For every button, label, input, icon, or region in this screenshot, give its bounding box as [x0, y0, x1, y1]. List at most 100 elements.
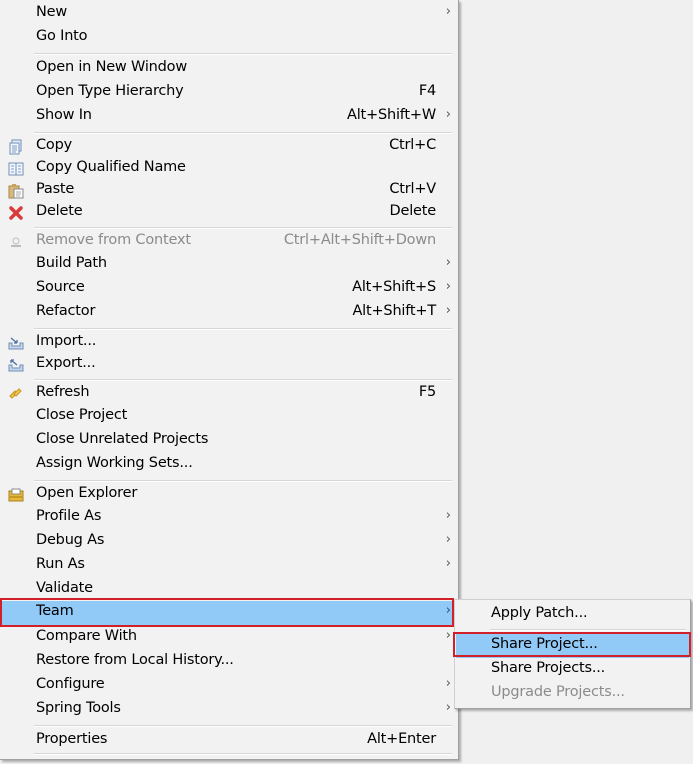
- menu-separator: [34, 328, 452, 330]
- copy-qualified-name-icon: [8, 161, 24, 177]
- menu-item-close-unrelated-projects[interactable]: Close Unrelated Projects: [2, 429, 454, 453]
- menu-item-label: Restore from Local History...: [36, 652, 234, 668]
- submenu-item-label: Upgrade Projects...: [491, 684, 625, 700]
- menu-item-label: Open Type Hierarchy: [36, 83, 184, 99]
- menu-item-properties[interactable]: Properties Alt+Enter: [2, 729, 454, 753]
- chevron-right-icon: ›: [445, 532, 451, 547]
- menu-item-label: Go Into: [36, 28, 88, 44]
- menu-item-copy-qualified-name[interactable]: Copy Qualified Name: [2, 157, 454, 181]
- menu-item-paste[interactable]: Paste Ctrl+V: [2, 179, 454, 203]
- menu-item-export[interactable]: Export...: [2, 353, 454, 377]
- chevron-right-icon: ›: [445, 255, 451, 270]
- menu-item-import[interactable]: Import...: [2, 331, 454, 355]
- menu-item-label: Import...: [36, 333, 97, 349]
- menu-item-label: Team: [36, 603, 74, 619]
- chevron-right-icon: ›: [445, 700, 451, 715]
- menu-item-label: Refresh: [36, 384, 90, 400]
- menu-item-label: Close Unrelated Projects: [36, 431, 209, 447]
- menu-separator: [34, 53, 452, 55]
- menu-item-label: Configure: [36, 676, 105, 692]
- menu-item-label: Refactor: [36, 303, 96, 319]
- submenu-item-label: Share Projects...: [491, 660, 606, 676]
- menu-item-source[interactable]: Source Alt+Shift+S ›: [2, 277, 454, 301]
- chevron-right-icon: ›: [445, 508, 451, 523]
- submenu-item-share-projects[interactable]: Share Projects...: [456, 658, 689, 682]
- menu-separator: [34, 753, 452, 755]
- menu-item-new[interactable]: New ›: [2, 2, 454, 26]
- menu-item-shortcut: Alt+Shift+S: [352, 279, 436, 295]
- submenu-item-apply-patch[interactable]: Apply Patch...: [456, 603, 689, 627]
- menu-item-restore-from-local-history[interactable]: Restore from Local History...: [2, 650, 454, 674]
- menu-item-show-in[interactable]: Show In Alt+Shift+W ›: [2, 105, 454, 129]
- menu-item-shortcut: Alt+Shift+T: [352, 303, 436, 319]
- menu-item-label: Run As: [36, 556, 85, 572]
- menu-item-label: Open in New Window: [36, 59, 187, 75]
- remove-from-context-icon: [8, 234, 24, 250]
- menu-item-build-path[interactable]: Build Path ›: [2, 253, 454, 277]
- menu-item-close-project[interactable]: Close Project: [2, 405, 454, 429]
- menu-item-go-into[interactable]: Go Into: [2, 26, 454, 50]
- menu-item-label: Properties: [36, 731, 108, 747]
- menu-item-shortcut: Alt+Enter: [367, 731, 436, 747]
- chevron-right-icon: ›: [445, 603, 451, 618]
- menu-item-shortcut: Ctrl+Alt+Shift+Down: [283, 232, 436, 248]
- menu-item-label: Show In: [36, 107, 92, 123]
- menu-item-label: Build Path: [36, 255, 107, 271]
- submenu-item-share-project[interactable]: Share Project...: [456, 634, 689, 658]
- delete-icon: [8, 205, 24, 221]
- menu-item-label: Compare With: [36, 628, 137, 644]
- menu-item-label: Assign Working Sets...: [36, 455, 193, 471]
- chevron-right-icon: ›: [445, 628, 451, 643]
- menu-item-remove-from-context: Remove from Context Ctrl+Alt+Shift+Down: [2, 230, 454, 254]
- menu-item-debug-as[interactable]: Debug As ›: [2, 530, 454, 554]
- submenu-item-upgrade-projects: Upgrade Projects...: [456, 682, 689, 706]
- menu-item-label: Debug As: [36, 532, 105, 548]
- chevron-right-icon: ›: [445, 107, 451, 122]
- menu-item-open-type-hierarchy[interactable]: Open Type Hierarchy F4: [2, 81, 454, 105]
- menu-item-run-as[interactable]: Run As ›: [2, 554, 454, 578]
- menu-item-copy[interactable]: Copy Ctrl+C: [2, 135, 454, 159]
- menu-item-compare-with[interactable]: Compare With ›: [2, 626, 454, 650]
- menu-item-team[interactable]: Team ›: [2, 601, 454, 625]
- menu-item-spring-tools[interactable]: Spring Tools ›: [2, 698, 454, 722]
- open-explorer-icon: [8, 487, 24, 503]
- menu-item-label: New: [36, 4, 68, 20]
- menu-item-open-explorer[interactable]: Open Explorer: [2, 483, 454, 507]
- menu-separator: [34, 132, 452, 134]
- menu-item-open-in-new-window[interactable]: Open in New Window: [2, 57, 454, 81]
- chevron-right-icon: ›: [445, 4, 451, 19]
- menu-item-assign-working-sets[interactable]: Assign Working Sets...: [2, 453, 454, 477]
- context-menu: New › Go Into Open in New Window Open Ty…: [0, 0, 459, 760]
- menu-item-validate[interactable]: Validate: [2, 578, 454, 602]
- menu-item-label: Delete: [36, 203, 83, 219]
- menu-item-label: Profile As: [36, 508, 102, 524]
- chevron-right-icon: ›: [445, 279, 451, 294]
- menu-item-configure[interactable]: Configure ›: [2, 674, 454, 698]
- refresh-icon: [8, 386, 24, 402]
- menu-item-delete[interactable]: Delete Delete: [2, 201, 454, 225]
- menu-item-profile-as[interactable]: Profile As ›: [2, 506, 454, 530]
- menu-item-label: Validate: [36, 580, 93, 596]
- menu-separator: [34, 227, 452, 229]
- menu-item-label: Close Project: [36, 407, 128, 423]
- copy-icon: [8, 139, 24, 155]
- menu-item-shortcut: Ctrl+V: [389, 181, 436, 197]
- menu-separator: [490, 629, 686, 631]
- menu-item-label: Export...: [36, 355, 96, 371]
- menu-item-label: Copy: [36, 137, 72, 153]
- submenu-item-label: Apply Patch...: [491, 605, 588, 621]
- paste-icon: [8, 183, 24, 199]
- chevron-right-icon: ›: [445, 556, 451, 571]
- menu-item-shortcut: Delete: [389, 203, 437, 219]
- menu-item-label: Spring Tools: [36, 700, 121, 716]
- submenu-item-label: Share Project...: [491, 636, 598, 652]
- menu-item-label: Copy Qualified Name: [36, 159, 186, 175]
- menu-item-label: Open Explorer: [36, 485, 138, 501]
- menu-item-shortcut: Ctrl+C: [389, 137, 436, 153]
- menu-item-refactor[interactable]: Refactor Alt+Shift+T ›: [2, 301, 454, 325]
- menu-separator: [34, 480, 452, 482]
- menu-separator: [34, 725, 452, 727]
- chevron-right-icon: ›: [445, 303, 451, 318]
- chevron-right-icon: ›: [445, 676, 451, 691]
- menu-item-refresh[interactable]: Refresh F5: [2, 382, 454, 406]
